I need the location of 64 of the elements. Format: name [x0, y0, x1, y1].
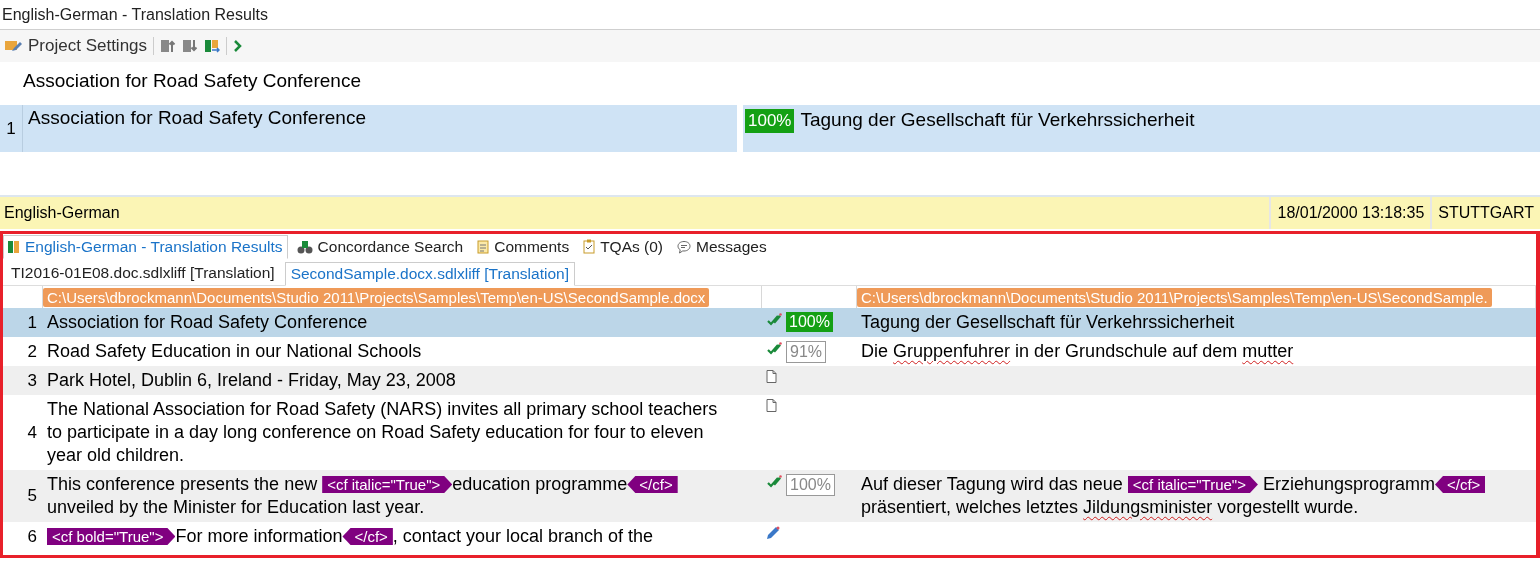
row-number: 2 [27, 341, 37, 362]
row-header[interactable]: 5 [3, 470, 43, 522]
pencil-icon [766, 526, 780, 540]
source-cell: Association for Road Safety Conference [43, 308, 762, 337]
file-path: C:\Users\dbrockmann\Documents\Studio 2011\Projects\Samples\Temp\en-US\SecondSample. [857, 288, 1492, 307]
segment-number: 1 [6, 118, 16, 139]
source-cell-text: Road Safety Education in our National Schools [46, 340, 423, 363]
row-header[interactable]: 3 [3, 366, 43, 395]
row-header[interactable]: 2 [3, 337, 43, 366]
target-cell: Auf dieser Tagung wird das neue <cf italic="True"> Erziehungsprogramm </cf> präsentiert, welches letztes Jildungsminister vorgestellt wurde. [857, 470, 1536, 522]
grid-icon [8, 239, 20, 254]
target-text: Tagung der Gesellschaft für Verkehrssicherheit [800, 109, 1195, 131]
clipboard-icon [583, 239, 596, 254]
target-cell-text: Die Gruppenfuhrer in der Grundschule auf dem mutter [860, 340, 1295, 363]
pencil-check-icon [766, 341, 782, 355]
panel-tab[interactable]: Concordance Search [291, 234, 469, 259]
panel-tab[interactable]: English-German - Translation Results [3, 234, 288, 259]
move-down-icon[interactable] [182, 38, 199, 54]
pencil-settings-icon [4, 39, 22, 53]
target-cell: Tagung der Gesellschaft für Verkehrssicherheit [857, 308, 1536, 337]
move-up-icon[interactable] [160, 38, 177, 54]
date-time: 18/01/2000 13:18:35 [1277, 204, 1425, 222]
row-number: 3 [27, 370, 37, 391]
format-tag: </cf> [627, 476, 678, 493]
match-badge: 100% [786, 474, 835, 496]
panel-tab[interactable]: Messages [672, 234, 772, 259]
format-tag: <cf italic="True"> [1127, 476, 1258, 493]
file-path: C:\Users\dbrockmann\Documents\Studio 2011\Projects\Samples\Temp\en-US\SecondSample.docx [43, 288, 710, 307]
row-number: 1 [27, 312, 37, 333]
binoculars-icon [296, 239, 313, 254]
row-number: 6 [27, 526, 37, 547]
format-tag: <cf italic="True"> [322, 476, 453, 493]
source-cell: This conference presents the new <cf italic="True"> education programme </cf> unveiled by the Minister for Education last year. [43, 470, 762, 522]
match-badge: 100% [745, 109, 795, 133]
source-cell: <cf bold="True"> For more information </cf> , contact your local branch of the [43, 522, 762, 551]
format-tag: </cf> [342, 528, 393, 545]
row-number: 5 [27, 486, 37, 506]
match-badge: 91% [786, 341, 827, 363]
document-icon [766, 370, 777, 383]
panel-tab[interactable]: TQAs (0) [578, 234, 668, 259]
project-settings-button[interactable]: Project Settings [28, 36, 148, 56]
file-tab[interactable]: SecondSample.docx.sdlxliff [Translation] [284, 262, 575, 286]
row-header[interactable]: 4 [3, 395, 43, 470]
match-badge: 100% [786, 312, 833, 332]
format-tag: </cf> [1435, 476, 1486, 493]
source-text: Association for Road Safety Conference [27, 106, 367, 130]
document-icon [766, 399, 777, 412]
source-preview: Association for Road Safety Conference [23, 70, 361, 92]
row-number: 4 [27, 422, 37, 443]
format-tag: <cf bold="True"> [47, 528, 176, 545]
speech-bubble-icon [677, 239, 691, 254]
location: STUTTGART [1438, 204, 1534, 222]
pencil-check-icon [766, 474, 782, 488]
source-cell: Park Hotel, Dublin 6, Ireland - Friday, May 23, 2008 [43, 366, 762, 395]
file-tab[interactable]: TI2016-01E08.doc.sdlxliff [Translation] [5, 261, 281, 285]
row-header[interactable]: 6 [3, 522, 43, 551]
pencil-check-icon [766, 312, 782, 326]
note-icon [477, 239, 490, 254]
apply-icon[interactable] [204, 38, 221, 54]
language-pair: English-German [4, 204, 120, 222]
chevron-right-icon[interactable] [233, 39, 244, 53]
panel-tab[interactable]: Comments [472, 234, 575, 259]
row-header[interactable]: 1 [3, 308, 43, 337]
source-cell-text: The National Association for Road Safety (NARS) invites all primary school teachers to participate in a day long conference on Road Safety education for four to eleven year old children. [46, 398, 719, 467]
